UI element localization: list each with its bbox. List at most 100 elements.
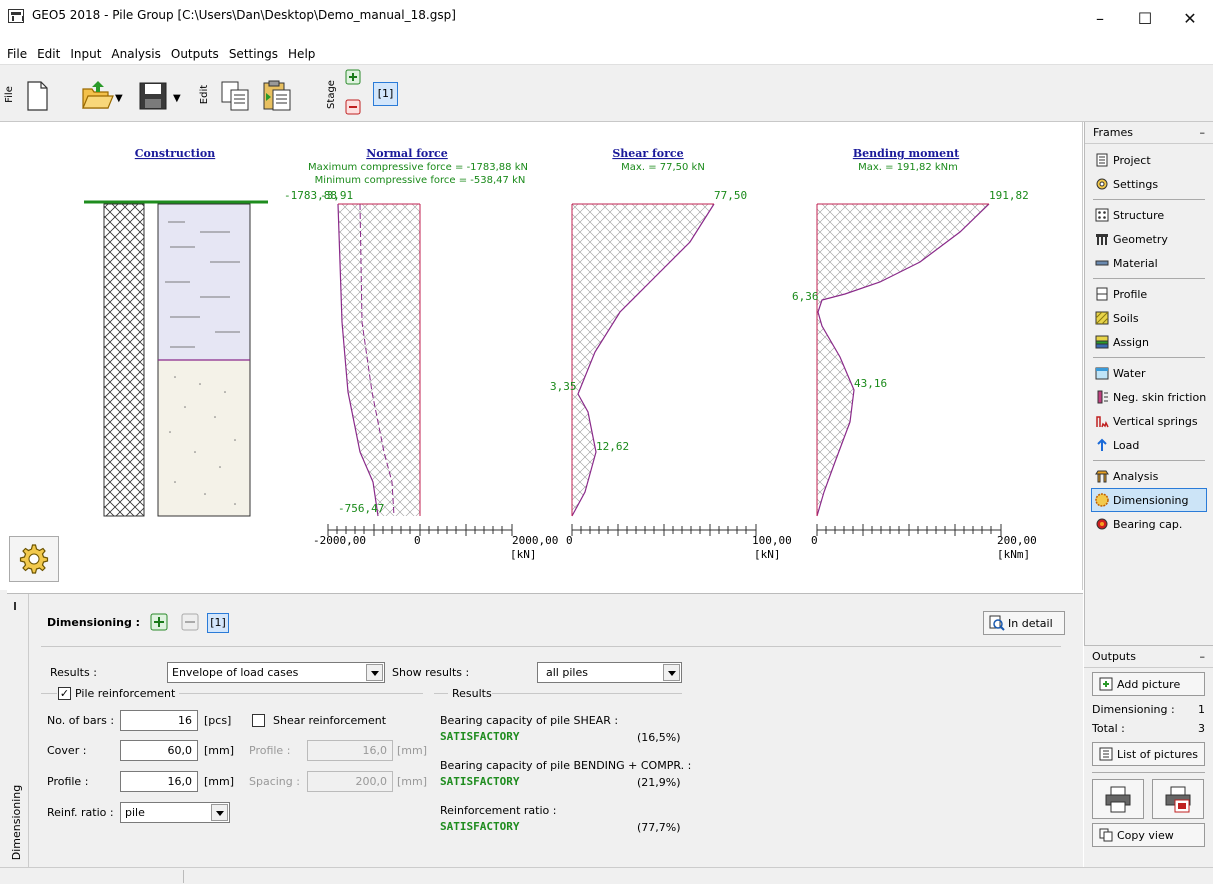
- frame-project[interactable]: Project: [1085, 148, 1213, 172]
- menu-bar: File Edit Input Analysis Outputs Setting…: [0, 44, 1213, 64]
- frame-dimensioning[interactable]: Dimensioning: [1091, 488, 1207, 512]
- magnifier-icon: [989, 615, 1005, 631]
- vertical-springs-icon: [1096, 416, 1109, 428]
- spacing-input[interactable]: [307, 771, 393, 792]
- menu-analysis[interactable]: Analysis: [106, 44, 165, 64]
- menu-settings[interactable]: Settings: [224, 44, 283, 64]
- print-button[interactable]: [1092, 779, 1144, 819]
- no-bars-input[interactable]: [120, 710, 198, 731]
- frame-structure[interactable]: Structure: [1085, 203, 1213, 227]
- maximize-button[interactable]: ☐: [1122, 4, 1168, 34]
- profile-input[interactable]: [120, 771, 198, 792]
- outputs-collapse-button[interactable]: –: [1200, 650, 1206, 663]
- frames-separator: [1093, 357, 1205, 358]
- frame-material[interactable]: Material: [1085, 251, 1213, 275]
- open-dropdown-icon[interactable]: ▼: [115, 93, 123, 104]
- normal-axis-zero: 0: [414, 534, 421, 547]
- cover-label: Cover :: [47, 744, 87, 757]
- frame-bearing-cap[interactable]: Bearing cap.: [1085, 512, 1213, 536]
- dimensioning-stage[interactable]: [1]: [207, 613, 229, 633]
- normal-bottom-label: -756,47: [338, 502, 384, 515]
- outputs-header: Outputs –: [1084, 646, 1213, 668]
- normal-axis-unit: [kN]: [510, 548, 537, 561]
- group-line: [41, 693, 57, 694]
- chevron-down-icon: [366, 664, 383, 681]
- shear-force-title: Shear force: [612, 147, 683, 160]
- menu-input[interactable]: Input: [65, 44, 106, 64]
- shear-axis-zero: 0: [566, 534, 573, 547]
- moment-axis-unit: [kNm]: [997, 548, 1030, 561]
- menu-edit[interactable]: Edit: [32, 44, 65, 64]
- result-shear-status: SATISFACTORY: [440, 730, 520, 743]
- assign-icon: [1095, 335, 1109, 349]
- toolbar: File ▼ ▼ Edit Stage: [0, 64, 1213, 122]
- in-detail-button[interactable]: In detail: [983, 611, 1065, 635]
- frame-load[interactable]: Load: [1085, 433, 1213, 457]
- cover-input[interactable]: [120, 740, 198, 761]
- normal-force-title: Normal force: [366, 147, 448, 160]
- normal-min-text: Minimum compressive force = -538,47 kN: [315, 175, 526, 186]
- list-pictures-button[interactable]: List of pictures: [1092, 742, 1205, 766]
- drawing-settings-button[interactable]: [9, 536, 59, 582]
- frames-title: Frames: [1093, 126, 1134, 139]
- frame-soils[interactable]: Soils: [1085, 306, 1213, 330]
- results-group-label: Results: [452, 687, 492, 700]
- reinf-ratio-label: Reinf. ratio :: [47, 806, 114, 819]
- add-stage-icon[interactable]: [345, 69, 361, 85]
- shear-max-text: Max. = 77,50 kN: [621, 162, 705, 173]
- frame-analysis[interactable]: Analysis: [1085, 464, 1213, 488]
- copy-view-button[interactable]: Copy view: [1092, 823, 1205, 847]
- new-file-icon[interactable]: [20, 79, 54, 113]
- moment-label-low: 43,16: [854, 377, 887, 390]
- load-icon: [1097, 438, 1107, 451]
- save-file-icon[interactable]: [136, 79, 170, 113]
- frame-geometry[interactable]: Geometry: [1085, 227, 1213, 251]
- menu-outputs[interactable]: Outputs: [166, 44, 224, 64]
- structure-icon: [1095, 208, 1109, 222]
- dimensioning-vtab[interactable]: Dimensioning: [7, 594, 29, 868]
- shear-fill: [572, 204, 714, 516]
- frame-neg-skin-friction[interactable]: Neg. skin friction: [1085, 385, 1213, 409]
- close-button[interactable]: ✕: [1167, 4, 1213, 34]
- drawing-canvas[interactable]: Construction Normal force Maximum compre…: [0, 122, 1083, 590]
- frame-assign[interactable]: Assign: [1085, 330, 1213, 354]
- show-results-select[interactable]: all piles: [537, 662, 682, 683]
- frame-vertical-springs[interactable]: Vertical springs: [1085, 409, 1213, 433]
- total-count-row: Total :3: [1092, 722, 1205, 735]
- shear-profile-input[interactable]: [307, 740, 393, 761]
- remove-dimensioning-icon[interactable]: [181, 613, 199, 631]
- frames-separator: [1093, 199, 1205, 200]
- profile-unit: [mm]: [204, 775, 235, 788]
- result-reinf-status: SATISFACTORY: [440, 820, 520, 833]
- menu-help[interactable]: Help: [283, 44, 320, 64]
- copy-icon[interactable]: [218, 79, 252, 113]
- construction-title: Construction: [135, 147, 215, 160]
- results-select[interactable]: Envelope of load cases: [167, 662, 385, 683]
- menu-file[interactable]: File: [2, 44, 32, 64]
- frame-water[interactable]: Water: [1085, 361, 1213, 385]
- paste-icon[interactable]: [260, 79, 294, 113]
- frames-collapse-button[interactable]: –: [1200, 126, 1206, 139]
- outputs-panel: Outputs – Add picture Dimensioning :1 To…: [1084, 645, 1213, 867]
- minimize-button[interactable]: –: [1077, 4, 1123, 34]
- reinf-ratio-select[interactable]: pile: [120, 802, 230, 823]
- geometry-icon: [1096, 234, 1108, 245]
- open-file-icon[interactable]: [80, 79, 114, 113]
- print-preview-button[interactable]: [1152, 779, 1204, 819]
- frame-profile[interactable]: Profile: [1085, 282, 1213, 306]
- pile-reinforcement-checkbox[interactable]: ✓: [58, 687, 71, 700]
- spacing-unit: [mm]: [397, 775, 428, 788]
- stage-selector[interactable]: [1]: [373, 82, 398, 106]
- shear-reinforcement-checkbox[interactable]: [252, 714, 265, 727]
- frame-settings[interactable]: Settings: [1085, 172, 1213, 196]
- save-dropdown-icon[interactable]: ▼: [173, 93, 181, 104]
- chevron-down-icon: [211, 804, 228, 821]
- remove-stage-icon[interactable]: [345, 99, 361, 115]
- shear-profile-label: Profile :: [249, 744, 291, 757]
- panel-pin-icon[interactable]: [14, 602, 16, 610]
- moment-axis-right: 200,00: [997, 534, 1037, 547]
- add-dimensioning-icon[interactable]: [150, 613, 168, 631]
- result-bending-label: Bearing capacity of pile BENDING + COMPR…: [440, 759, 692, 772]
- add-picture-button[interactable]: Add picture: [1092, 672, 1205, 696]
- result-shear-value: (16,5%): [637, 731, 681, 744]
